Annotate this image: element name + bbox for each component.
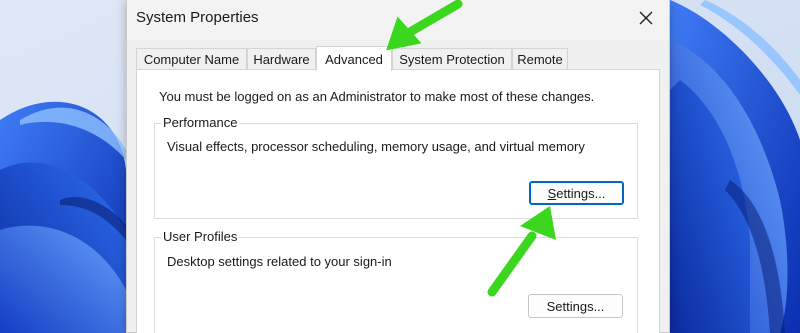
system-properties-window: System Properties Computer Name Hardware…	[126, 0, 670, 333]
advanced-tab-panel: You must be logged on as an Administrato…	[136, 69, 660, 333]
admin-notice: You must be logged on as an Administrato…	[159, 89, 595, 104]
user-profiles-group-label: User Profiles	[161, 229, 240, 244]
tab-strip: Computer Name Hardware Advanced System P…	[136, 46, 660, 71]
button-label: Settings...	[546, 298, 605, 314]
user-profiles-description: Desktop settings related to your sign-in	[167, 254, 392, 269]
tab-label: System Protection	[399, 51, 505, 67]
tab-advanced[interactable]: Advanced	[316, 46, 392, 71]
performance-group: Performance Visual effects, processor sc…	[154, 115, 638, 219]
desktop: System Properties Computer Name Hardware…	[0, 0, 800, 333]
performance-group-label: Performance	[161, 115, 240, 130]
window-title: System Properties	[136, 9, 259, 26]
tab-hardware[interactable]: Hardware	[247, 48, 316, 69]
tab-label: Hardware	[253, 51, 310, 67]
performance-description: Visual effects, processor scheduling, me…	[167, 139, 585, 154]
tab-label: Advanced	[325, 51, 383, 67]
close-icon	[639, 11, 653, 25]
user-profiles-settings-button[interactable]: Settings...	[528, 294, 623, 318]
performance-settings-button[interactable]: Settings...	[529, 181, 624, 205]
tab-label: Computer Name	[143, 51, 240, 67]
close-button[interactable]	[623, 0, 669, 36]
tab-computer-name[interactable]: Computer Name	[136, 48, 247, 69]
tab-label: Remote	[517, 51, 563, 67]
title-bar[interactable]: System Properties	[127, 0, 669, 40]
tab-system-protection[interactable]: System Protection	[392, 48, 512, 69]
user-profiles-group: User Profiles Desktop settings related t…	[154, 229, 638, 333]
button-label: Settings...	[547, 185, 606, 201]
tab-remote[interactable]: Remote	[512, 48, 568, 69]
